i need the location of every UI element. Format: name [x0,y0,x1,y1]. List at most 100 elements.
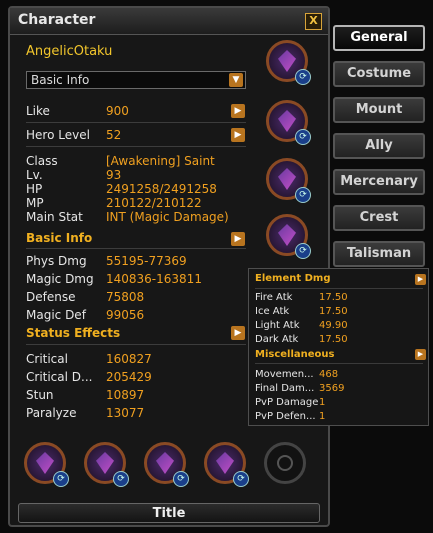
title-button[interactable]: Title [18,503,320,523]
divider [26,122,246,123]
pvp-defense-label: PvP Defen... [255,411,316,422]
equipment-slot-empty[interactable] [264,442,306,484]
swap-icon[interactable]: ⟳ [173,471,189,487]
hero-level-detail-button[interactable]: ▶ [231,128,245,142]
chevron-down-icon[interactable]: ▼ [229,73,243,87]
paralyze-value: 13077 [106,406,145,420]
ice-atk-label: Ice Atk [255,306,290,317]
jewel-icon [96,452,114,474]
equipment-slot-bottom-2[interactable]: ⟳ [84,442,129,487]
defense-value: 75808 [106,290,145,304]
fire-atk-value: 17.50 [319,292,348,303]
divider [26,344,246,345]
paralyze-label: Paralyze [26,406,77,420]
title-bar[interactable]: Character X [10,8,328,35]
tab-costume[interactable]: Costume [333,61,425,87]
like-detail-button[interactable]: ▶ [231,104,245,118]
equipment-slot-necklace[interactable]: ⟳ [266,40,311,85]
jewel-icon [156,452,174,474]
tab-crest[interactable]: Crest [333,205,425,231]
lv-value: 93 [106,168,122,182]
pvp-damage-value: 1 [319,397,326,408]
magic-def-value: 99056 [106,308,145,322]
jewel-icon [36,452,54,474]
dark-atk-value: 17.50 [319,334,348,345]
hp-value: 2491258/2491258 [106,182,217,196]
final-damage-value: 3569 [319,383,345,394]
character-window: Character X AngelicOtaku Basic Info ▼ Li… [8,6,330,527]
critical-label: Critical [26,352,68,366]
tab-talisman[interactable]: Talisman [333,241,425,267]
magic-dmg-value: 140836-163811 [106,272,202,286]
element-dmg-header: Element Dmg [255,273,331,284]
divider [255,363,423,364]
close-button[interactable]: X [305,13,322,30]
mp-label: MP [26,196,44,210]
swap-icon[interactable]: ⟳ [295,129,311,145]
ring-icon [278,224,296,246]
tab-mount[interactable]: Mount [333,97,425,123]
movement-value: 468 [319,369,339,380]
ice-atk-value: 17.50 [319,306,348,317]
tab-mercenary[interactable]: Mercenary [333,169,425,195]
defense-label: Defense [26,290,76,304]
critical-value: 160827 [106,352,152,366]
class-label: Class [26,154,58,168]
light-atk-label: Light Atk [255,320,300,331]
swap-icon[interactable]: ⟳ [295,243,311,259]
pvp-defense-value: 1 [319,411,326,422]
equipment-slot-bottom-1[interactable]: ⟳ [24,442,69,487]
critical-damage-value: 205429 [106,370,152,384]
swap-icon[interactable]: ⟳ [233,471,249,487]
info-dropdown[interactable]: Basic Info ▼ [26,71,246,89]
equipment-slot-ring-top[interactable]: ⟳ [266,158,311,203]
class-value: [Awakening] Saint [106,154,215,168]
swap-icon[interactable]: ⟳ [53,471,69,487]
element-dmg-detail-button[interactable]: ▶ [415,274,426,285]
divider [26,248,246,249]
swap-icon[interactable]: ⟳ [295,69,311,85]
miscellaneous-header: Miscellaneous [255,349,335,360]
pvp-damage-label: PvP Damage [255,397,319,408]
info-dropdown-value: Basic Info [31,73,90,87]
extended-stats-panel: Element Dmg ▶ Fire Atk 17.50 Ice Atk 17.… [248,268,429,426]
ring-icon [278,168,296,190]
jewel-icon [216,452,234,474]
basic-info-detail-button[interactable]: ▶ [231,232,245,246]
window-title: Character [18,12,96,28]
like-value: 900 [106,104,129,118]
equipment-slot-earring[interactable]: ⟳ [266,100,311,145]
status-effects-detail-button[interactable]: ▶ [231,326,245,340]
fire-atk-label: Fire Atk [255,292,293,303]
main-stat-label: Main Stat [26,210,83,224]
tab-ally[interactable]: Ally [333,133,425,159]
swap-icon[interactable]: ⟳ [295,187,311,203]
character-name: AngelicOtaku [26,44,113,59]
divider [255,288,423,289]
magic-def-label: Magic Def [26,308,86,322]
movement-label: Movemen... [255,369,314,380]
stun-value: 10897 [106,388,145,402]
phys-dmg-label: Phys Dmg [26,254,87,268]
tab-general[interactable]: General [333,25,425,51]
main-stat-value: INT (Magic Damage) [106,210,229,224]
dark-atk-label: Dark Atk [255,334,299,345]
stun-label: Stun [26,388,54,402]
earring-icon [278,110,296,132]
hero-level-value: 52 [106,128,122,142]
miscellaneous-detail-button[interactable]: ▶ [415,349,426,360]
equipment-slot-bottom-4[interactable]: ⟳ [204,442,249,487]
swap-icon[interactable]: ⟳ [113,471,129,487]
hero-level-label: Hero Level [26,128,90,142]
lv-label: Lv. [26,168,43,182]
like-label: Like [26,104,50,118]
final-damage-label: Final Dam... [255,383,315,394]
magic-dmg-label: Magic Dmg [26,272,94,286]
equipment-slot-ring-bottom[interactable]: ⟳ [266,214,311,259]
empty-slot-icon [277,455,293,471]
equipment-slot-bottom-3[interactable]: ⟳ [144,442,189,487]
necklace-icon [278,50,296,72]
light-atk-value: 49.90 [319,320,348,331]
critical-damage-label: Critical D... [26,370,93,384]
basic-info-header: Basic Info [26,231,93,245]
